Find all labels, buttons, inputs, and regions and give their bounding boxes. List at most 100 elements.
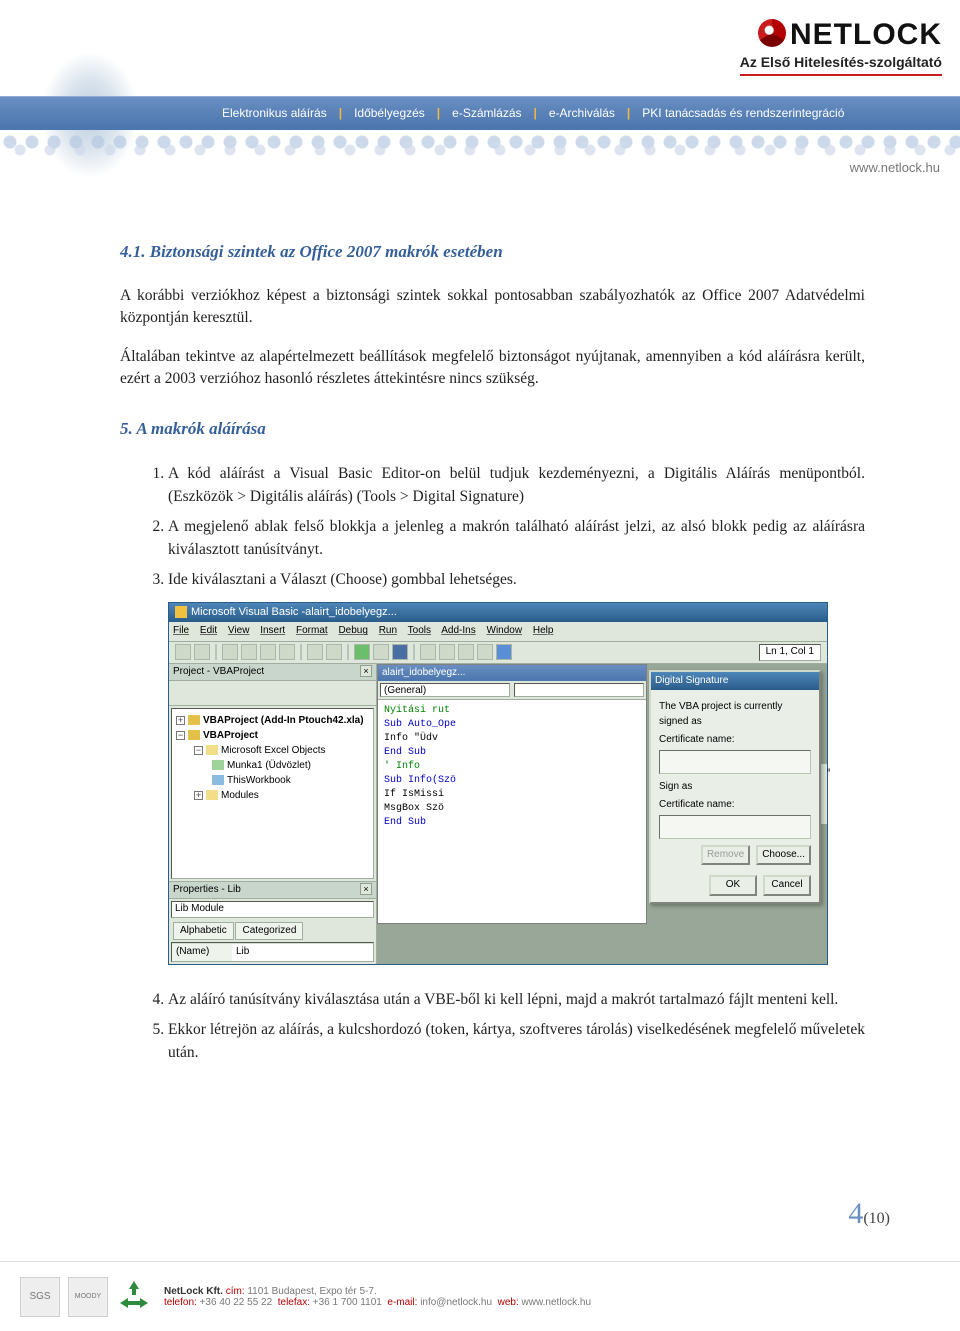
toolbar-button[interactable] [458, 644, 474, 660]
toolbar-button[interactable] [326, 644, 342, 660]
nav-item[interactable]: Időbélyegzés [342, 106, 437, 120]
page-number: 4(10) [848, 1197, 890, 1231]
view-button[interactable] [173, 683, 187, 697]
code-line: Info "Üdv [384, 732, 640, 746]
property-key: (Name) [172, 944, 232, 961]
project-tree[interactable]: +VBAProject (Add-In Ptouch42.xla) −VBAPr… [171, 708, 374, 879]
panel-close-icon[interactable]: × [360, 665, 372, 677]
panel-close-icon[interactable]: × [360, 883, 372, 895]
toolbar-stop-icon[interactable] [392, 644, 408, 660]
digital-signature-dialog: Digital Signature The VBA project is cur… [649, 670, 821, 904]
menu-window[interactable]: Window [487, 625, 523, 636]
tab-alphabetic[interactable]: Alphabetic [173, 922, 234, 941]
code-line: MsgBox Szö [384, 802, 640, 816]
menu-file[interactable]: File [173, 625, 189, 636]
toolbar-button[interactable] [194, 644, 210, 660]
property-value[interactable]: Lib [232, 944, 373, 961]
page-footer: SGS MOODY NetLock Kft. cím: 1101 Budapes… [0, 1261, 960, 1331]
toolbar-button[interactable] [222, 644, 238, 660]
nav-item[interactable]: PKI tanácsadás és rendszerintegráció [630, 106, 856, 120]
code-line: End Sub [384, 816, 640, 830]
properties-object-combo[interactable]: Lib Module [171, 901, 374, 918]
tree-node[interactable]: VBAProject [203, 730, 258, 741]
menu-tools[interactable]: Tools [408, 625, 431, 636]
tree-expand-icon[interactable]: + [176, 716, 185, 725]
tree-expand-icon[interactable]: − [194, 746, 203, 755]
menu-insert[interactable]: Insert [260, 625, 285, 636]
code-line: End Sub [384, 746, 640, 760]
moody-text: MOODY [75, 1293, 101, 1300]
procedure-combo[interactable] [514, 683, 644, 697]
view-button[interactable] [190, 683, 204, 697]
sgs-text: SGS [29, 1291, 50, 1302]
dialog-title: Digital Signature [651, 672, 819, 691]
vbe-screenshot: Microsoft Visual Basic - alairt_idobelye… [168, 602, 828, 965]
menu-help[interactable]: Help [533, 625, 554, 636]
toolbar-break-icon[interactable] [373, 644, 389, 660]
steps-list: A kód aláírást a Visual Basic Editor-on … [120, 463, 865, 591]
code-window: alairt_idobelyegz... (General) Nyitási r… [377, 664, 647, 924]
cursor-position: Ln 1, Col 1 [759, 644, 821, 661]
menu-edit[interactable]: Edit [200, 625, 217, 636]
menu-view[interactable]: View [228, 625, 250, 636]
nav-item[interactable]: Elektronikus aláírás [210, 106, 339, 120]
view-button[interactable] [207, 683, 221, 697]
cancel-button[interactable]: Cancel [763, 875, 811, 896]
code-combo-row: (General) [378, 681, 646, 700]
menu-run[interactable]: Run [379, 625, 397, 636]
tree-node[interactable]: Munka1 (Üdvözlet) [227, 760, 311, 771]
footer-company: NetLock Kft. [164, 1286, 223, 1297]
menu-format[interactable]: Format [296, 625, 328, 636]
toolbar-button[interactable] [241, 644, 257, 660]
toolbar-button[interactable] [260, 644, 276, 660]
toolbar-button[interactable] [420, 644, 436, 660]
code-line: If IsMissi [384, 788, 640, 802]
step-item: Az aláíró tanúsítvány kiválasztása után … [168, 989, 865, 1011]
tree-node[interactable]: VBAProject (Add-In Ptouch42.xla) [203, 715, 364, 726]
site-url: www.netlock.hu [850, 160, 940, 175]
toolbar-button[interactable] [477, 644, 493, 660]
dialog-label-signas: Sign as [659, 780, 811, 795]
dialog-intro-text: The VBA project is currently signed as [659, 700, 811, 729]
menu-debug[interactable]: Debug [338, 625, 367, 636]
footer-tel: +36 40 22 55 22 [200, 1297, 273, 1308]
toolbar-button[interactable] [307, 644, 323, 660]
tree-node[interactable]: ThisWorkbook [227, 775, 291, 786]
toolbar-button[interactable] [439, 644, 455, 660]
footer-addr: 1101 Budapest, Expo tér 5-7. [247, 1286, 376, 1297]
toolbar-separator [413, 644, 415, 660]
tree-node[interactable]: Microsoft Excel Objects [221, 745, 325, 756]
logo-block: NETLOCK Az Első Hitelesítés-szolgáltató [740, 18, 942, 76]
properties-panel: Properties - Lib × Lib Module Alphabetic… [169, 881, 376, 964]
dialog-cert-field [659, 815, 811, 839]
step-item: A megjelenő ablak felső blokkja a jelenl… [168, 516, 865, 561]
toolbar-separator [300, 644, 302, 660]
properties-grid[interactable]: (Name) Lib [171, 942, 374, 962]
properties-panel-title: Properties - Lib × [169, 882, 376, 900]
code-line: Sub Auto_Ope [384, 718, 640, 732]
tab-categorized[interactable]: Categorized [235, 922, 303, 941]
page-header: NETLOCK Az Első Hitelesítés-szolgáltató … [0, 0, 960, 180]
object-combo[interactable]: (General) [380, 683, 510, 697]
toolbar-button[interactable] [279, 644, 295, 660]
remove-button[interactable]: Remove [701, 845, 750, 866]
toolbar-run-icon[interactable] [354, 644, 370, 660]
tree-expand-icon[interactable]: − [176, 731, 185, 740]
page-current: 4 [848, 1197, 863, 1230]
project-view-buttons [169, 681, 376, 706]
tree-expand-icon[interactable]: + [194, 791, 203, 800]
ok-button[interactable]: OK [709, 875, 757, 896]
toolbar-button[interactable] [175, 644, 191, 660]
code-editor[interactable]: Nyitási rut Sub Auto_Ope Info "Üdv End S… [378, 700, 646, 834]
footer-fax-label: telefax: [278, 1297, 310, 1308]
toolbar-help-icon[interactable] [496, 644, 512, 660]
logo-underline [740, 74, 942, 76]
folder-icon [206, 745, 218, 755]
choose-button[interactable]: Choose... [756, 845, 811, 866]
menu-addins[interactable]: Add-Ins [441, 625, 475, 636]
nav-item[interactable]: e-Számlázás [440, 106, 533, 120]
footer-web-label: web: [498, 1297, 519, 1308]
project-panel-title: Project - VBAProject × [169, 664, 376, 682]
nav-item[interactable]: e-Archiválás [537, 106, 627, 120]
tree-node[interactable]: Modules [221, 790, 259, 801]
